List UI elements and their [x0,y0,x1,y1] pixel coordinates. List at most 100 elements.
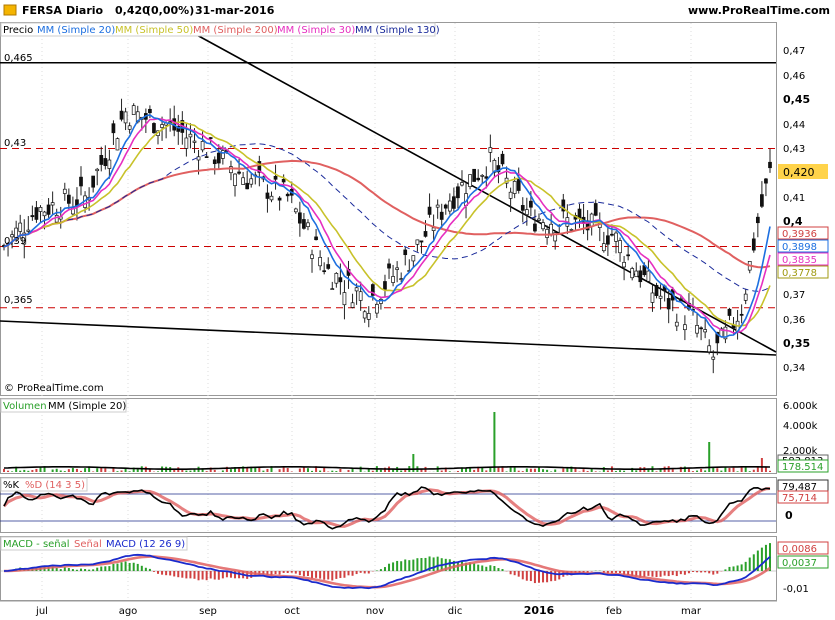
candle-body [249,178,254,185]
sma200-line [3,159,771,269]
macd-hist-bar [404,559,407,571]
chart-header: FERSA Diario 0,420 (0,00%) 31-mar-2016 w… [3,4,830,17]
candle-body [366,313,371,320]
badge-d: 75,714 [782,493,817,504]
candle-body [168,121,173,124]
macd-hist-bar [363,571,366,574]
macd-hist-bar [708,571,711,574]
macd-hist-bar [400,561,403,571]
candle-body [111,123,116,134]
ref-label: 0,365 [4,295,33,306]
price-panel [0,22,777,396]
volume-bar [440,470,443,472]
tick-label: 0,41 [783,193,805,204]
tick-label: 0,46 [783,71,805,82]
candle-body [658,295,663,299]
stock-chart: FERSA Diario 0,420 (0,00%) 31-mar-2016 w… [0,4,830,617]
volume-bar [266,468,269,472]
candle-body [516,178,521,191]
tick-label: 0,34 [783,363,805,374]
volume-bar [712,467,715,472]
volume-bar [760,458,763,472]
candle-body [610,233,614,236]
macd-hist-bar [169,571,172,576]
macd-hist-bar [477,564,480,571]
candle-body [91,175,96,188]
volume-bar [691,471,694,472]
volume-bar [562,468,565,472]
macd-hist-bar [165,571,168,576]
macd-hist-bar [181,571,184,578]
tick-label: -0,01 [783,584,809,595]
candle-body [484,176,489,179]
volume-bar [278,469,281,472]
macd-hist-bar [497,568,500,571]
candle-body [103,158,108,166]
volume-bar [769,470,771,472]
tick-label: 0,36 [783,315,805,326]
volume-bar [379,469,382,472]
candle-body [358,291,363,301]
volume-bar [744,467,747,472]
candle-body [204,156,209,158]
candle-body [208,137,213,139]
volume-bar [51,469,54,472]
candle-body [589,213,594,227]
tick-label: 0,35 [783,337,810,350]
candle-body [500,153,505,165]
candle-body [79,176,83,187]
macd-hist-bar [108,566,111,571]
badge-last: 0,420 [783,166,815,179]
candle-body [545,229,549,238]
candle-body [431,227,436,231]
candle-body [529,200,533,208]
macd-hist-bar [542,571,545,583]
macd-hist-bar [221,571,224,579]
macd-hist-bar [436,556,439,571]
macd-hist-bar [752,554,755,571]
macd-hist-bar [651,571,654,577]
candle-body [62,188,67,194]
candle-body [54,214,59,223]
candle-body [423,231,428,237]
volume-bar [756,467,759,472]
volume-bar [606,470,609,472]
volume-bar [542,469,545,472]
volume-bar [716,468,719,472]
candle-body [326,264,331,269]
price-legend: Precio MM (Simple 20) MM (Simple 50) MM … [0,22,440,37]
candle-body [30,215,35,218]
period-label: Diario [66,4,104,17]
candle-body [699,327,703,330]
candle-body [50,202,55,206]
candle-body [443,204,448,209]
volume-bar [493,412,496,472]
macd-hist-bar [63,567,66,571]
candle-body [200,141,205,151]
macd-hist-bar [736,565,739,571]
macd-hist-bar [379,569,382,571]
volume-bar [63,471,66,472]
macd-hist-bar [396,560,399,571]
volume-bar [185,470,188,472]
macd-hist-bar [161,571,164,575]
legend-macd-hist: MACD - señal [3,539,70,550]
macd-hist-bar [501,569,504,571]
macd-hist-bar [716,571,719,574]
macd-hist-bar [732,566,735,571]
macd-hist-bar [537,571,540,583]
macd-hist-bar [96,567,99,571]
badge-sma200: 0,3936 [782,229,817,240]
candle-body [755,216,760,224]
candle-body [383,281,387,290]
volume-bar [331,470,334,472]
volume-bar [623,470,626,472]
candle-body [654,284,659,296]
volume-bar [594,471,597,472]
volume-bar [732,467,735,472]
candle-body [601,243,606,252]
macd-hist-bar [691,571,694,572]
macd-hist-bar [493,566,496,571]
volume-bar [704,470,707,472]
volume-bar [262,470,265,472]
